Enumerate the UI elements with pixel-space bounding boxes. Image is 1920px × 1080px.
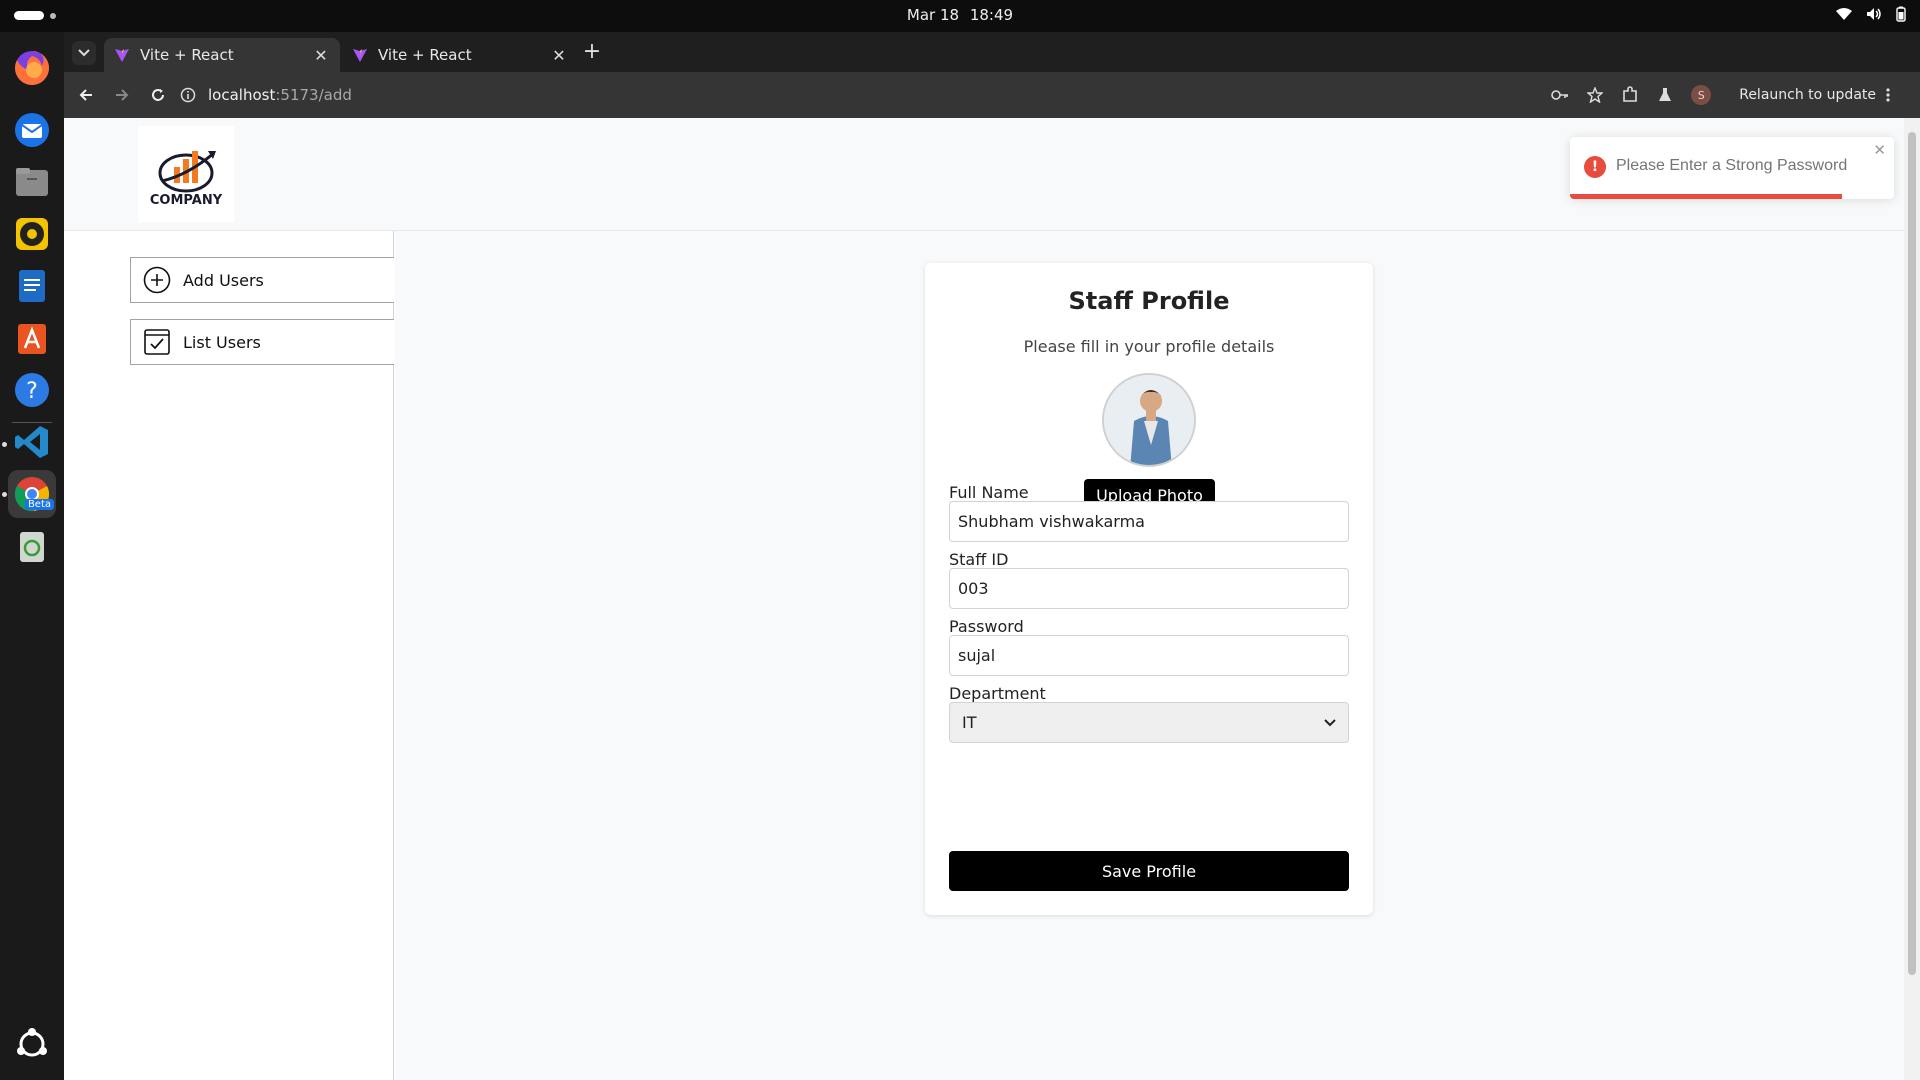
bookmark-star-icon[interactable] (1587, 87, 1604, 103)
browser-tab[interactable]: Vite + React ✕ (104, 38, 340, 72)
url-host: localhost (208, 86, 276, 104)
files-icon[interactable] (8, 158, 56, 206)
staff-id-label: Staff ID (949, 550, 1009, 569)
full-name-value: Shubham vishwakarma (958, 512, 1145, 531)
toolbar-actions: S Relaunch to update (1551, 79, 1900, 111)
toast-message: Please Enter a Strong Password (1616, 157, 1848, 174)
clock[interactable]: Mar 18 18:49 (0, 6, 1920, 24)
logo-text: COMPANY (149, 192, 223, 208)
arrow-right-icon (116, 89, 129, 101)
chrome-beta-icon[interactable]: Beta (8, 470, 56, 518)
sidebar-item-label: List Users (183, 332, 261, 352)
extensions-icon[interactable] (1621, 86, 1639, 104)
browser-tab[interactable]: Vite + React ✕ (342, 38, 578, 72)
chevron-down-icon (78, 49, 90, 57)
vite-favicon-icon (115, 49, 129, 62)
page-scrollbar[interactable] (1904, 118, 1920, 1080)
clock-date: Mar 18 (906, 6, 960, 24)
vite-favicon-icon (353, 49, 367, 62)
plus-circle-icon (143, 266, 171, 294)
staff-profile-card: Staff Profile Please fill in your profil… (925, 263, 1373, 915)
help-icon[interactable]: ? (8, 366, 56, 414)
department-value: IT (962, 713, 977, 732)
address-bar[interactable]: localhost:5173/add (180, 79, 1380, 111)
new-tab-button[interactable]: + (580, 41, 604, 65)
password-value: sujal (958, 646, 996, 665)
running-indicator (2, 492, 7, 497)
chrome-beta-badge: Beta (24, 499, 54, 510)
password-key-icon[interactable] (1551, 89, 1569, 101)
site-info-icon[interactable] (180, 87, 196, 103)
staff-id-input[interactable]: 003 (949, 568, 1349, 609)
tab-title: Vite + React (378, 46, 472, 64)
svg-text:?: ? (26, 379, 38, 404)
arrow-left-icon (79, 89, 92, 101)
error-icon: ! (1584, 156, 1606, 178)
department-select[interactable]: IT (949, 702, 1349, 743)
checkbox-list-icon (144, 329, 170, 355)
labs-flask-icon[interactable] (1657, 87, 1673, 103)
more-vert-icon (1886, 88, 1890, 102)
reload-button[interactable] (146, 83, 170, 107)
system-top-bar: Mar 18 18:49 (0, 0, 1920, 32)
password-input[interactable]: sujal (949, 635, 1349, 676)
writer-icon[interactable] (8, 262, 56, 310)
system-tray[interactable] (1836, 6, 1906, 22)
person-photo-icon (1104, 375, 1194, 465)
profile-photo (1102, 373, 1196, 467)
url-path: :5173/add (275, 86, 352, 104)
app-center-icon[interactable] (8, 314, 56, 362)
tab-title: Vite + React (140, 46, 234, 64)
browser-window: Vite + React ✕ Vite + React ✕ + localhos… (64, 32, 1920, 1080)
show-apps-icon[interactable] (8, 1020, 56, 1068)
company-logo-icon (158, 150, 216, 192)
main-content: Staff Profile Please fill in your profil… (395, 231, 1904, 1080)
wifi-icon (1836, 8, 1852, 20)
tab-close-icon[interactable]: ✕ (312, 46, 330, 65)
running-indicator (2, 442, 7, 447)
tab-close-icon[interactable]: ✕ (550, 46, 568, 65)
sidebar-item-list-users[interactable]: List Users (130, 319, 394, 365)
profile-avatar[interactable]: S (1691, 85, 1712, 105)
error-toast: ! Please Enter a Strong Password ✕ (1570, 137, 1894, 199)
toast-progress-bar (1570, 194, 1843, 199)
tab-search-button[interactable] (72, 41, 96, 65)
page-subtitle: Please fill in your profile details (1023, 337, 1275, 356)
relaunch-label: Relaunch to update (1739, 87, 1876, 103)
sidebar-item-label: Add Users (183, 270, 264, 290)
browser-toolbar: localhost:5173/add S Relaunch to update (64, 72, 1920, 118)
relaunch-button[interactable]: Relaunch to update (1729, 81, 1900, 109)
firefox-icon[interactable] (8, 44, 56, 92)
trash-icon[interactable] (8, 522, 56, 570)
dock: ? Beta (0, 32, 64, 1080)
save-profile-button[interactable]: Save Profile (949, 851, 1349, 891)
sidebar-item-add-users[interactable]: Add Users (130, 257, 394, 303)
full-name-label: Full Name (949, 483, 1029, 502)
reload-icon (152, 89, 164, 101)
company-logo[interactable]: COMPANY (138, 126, 234, 222)
rhythmbox-icon[interactable] (8, 210, 56, 258)
clock-time: 18:49 (969, 6, 1014, 24)
department-label: Department (949, 684, 1046, 703)
sidebar: Add Users List Users (64, 231, 394, 1080)
page-viewport: COMPANY Add Users List Users Staff Profi… (64, 118, 1920, 1080)
volume-icon (1867, 8, 1881, 20)
vscode-icon[interactable] (8, 418, 56, 466)
toast-close-icon[interactable]: ✕ (1873, 141, 1886, 159)
page-title: Staff Profile (1068, 287, 1230, 315)
battery-icon (1896, 6, 1906, 22)
chevron-down-icon (1324, 718, 1336, 726)
staff-id-value: 003 (958, 579, 989, 598)
back-button[interactable] (74, 83, 98, 107)
scrollbar-thumb[interactable] (1908, 132, 1916, 975)
forward-button[interactable] (110, 83, 134, 107)
password-label: Password (949, 617, 1024, 636)
thunderbird-icon[interactable] (8, 106, 56, 154)
tab-strip: Vite + React ✕ Vite + React ✕ + (64, 32, 1920, 72)
full-name-input[interactable]: Shubham vishwakarma (949, 501, 1349, 542)
